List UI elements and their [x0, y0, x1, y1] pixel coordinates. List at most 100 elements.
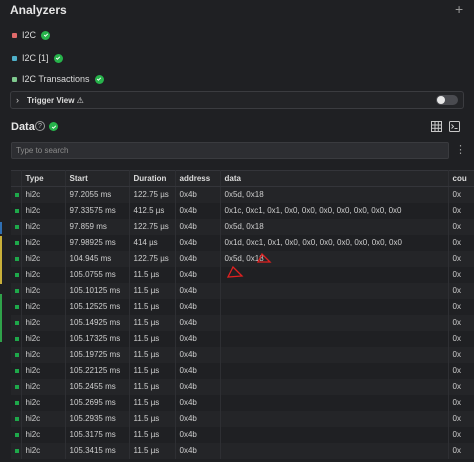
cell-duration: 11.5 µs	[129, 282, 176, 299]
table-row[interactable]: hi2c 105.17325 ms 11.5 µs 0x4b 0x	[11, 330, 474, 347]
analyzers-title: Analyzers	[10, 3, 67, 17]
table-row[interactable]: hi2c 97.2055 ms 122.75 µs 0x4b 0x5d, 0x18 0x	[11, 186, 474, 203]
trigger-view-toggle[interactable]	[436, 95, 458, 105]
cell-data	[220, 426, 449, 443]
table-row[interactable]: hi2c 105.3415 ms 11.5 µs 0x4b 0x	[11, 442, 474, 459]
row-status-icon	[15, 417, 19, 421]
table-view-icon[interactable]	[431, 121, 442, 132]
more-options-icon[interactable]: ⋮	[455, 143, 466, 156]
cell-duration: 11.5 µs	[129, 346, 176, 363]
table-row[interactable]: hi2c 97.33575 ms 412.5 µs 0x4b 0x1c, 0xc1, 0…	[11, 202, 474, 219]
row-marker	[11, 442, 22, 459]
cell-duration: 11.5 µs	[129, 426, 176, 443]
cell-start: 105.2695 ms	[65, 394, 130, 411]
cell-count: 0x	[448, 410, 474, 427]
table-row[interactable]: hi2c 105.12525 ms 11.5 µs 0x4b 0x	[11, 298, 474, 315]
cell-start: 97.98925 ms	[65, 234, 130, 251]
cell-duration: 11.5 µs	[129, 362, 176, 379]
color-swatch-icon	[12, 32, 17, 38]
row-status-icon	[15, 449, 19, 453]
chevron-right-icon[interactable]: ›	[16, 95, 19, 105]
column-header-duration[interactable]: Duration	[129, 170, 176, 187]
cell-address: 0x4b	[175, 218, 221, 235]
table-row[interactable]: hi2c 105.19725 ms 11.5 µs 0x4b 0x	[11, 346, 474, 363]
row-marker	[11, 330, 22, 347]
cell-type: hi2c	[21, 234, 66, 251]
column-header-address[interactable]: address	[175, 170, 221, 187]
row-status-icon	[15, 369, 19, 373]
table-row[interactable]: hi2c 97.859 ms 122.75 µs 0x4b 0x5d, 0x18 0x	[11, 218, 474, 235]
add-analyzer-button[interactable]: +	[455, 1, 463, 17]
cell-count: 0x	[448, 378, 474, 395]
cell-count: 0x	[448, 266, 474, 283]
analyzer-item-i2c-transactions[interactable]: I2C Transactions	[12, 73, 104, 85]
terminal-icon[interactable]	[449, 121, 460, 132]
side-accent-blue	[0, 222, 2, 234]
cell-count: 0x	[448, 282, 474, 299]
cell-data	[220, 330, 449, 347]
table-row[interactable]: hi2c 97.98925 ms 414 µs 0x4b 0x1d, 0xc1, 0x1…	[11, 234, 474, 251]
cell-start: 105.2935 ms	[65, 410, 130, 427]
cell-duration: 11.5 µs	[129, 378, 176, 395]
cell-count: 0x	[448, 314, 474, 331]
table-row[interactable]: hi2c 105.2455 ms 11.5 µs 0x4b 0x	[11, 378, 474, 395]
data-table: Type Start Duration address data cou hi2…	[11, 170, 474, 459]
trigger-view-label-group: Trigger View ⚠	[27, 96, 84, 105]
row-marker	[11, 186, 22, 203]
cell-address: 0x4b	[175, 314, 221, 331]
cell-data	[220, 394, 449, 411]
toggle-knob	[437, 96, 445, 104]
cell-duration: 414 µs	[129, 234, 176, 251]
cell-type: hi2c	[21, 298, 66, 315]
cell-start: 105.3415 ms	[65, 442, 130, 459]
cell-data	[220, 346, 449, 363]
cell-start: 97.859 ms	[65, 218, 130, 235]
cell-address: 0x4b	[175, 362, 221, 379]
table-row[interactable]: hi2c 105.14925 ms 11.5 µs 0x4b 0x	[11, 314, 474, 331]
table-row[interactable]: hi2c 105.2695 ms 11.5 µs 0x4b 0x	[11, 394, 474, 411]
analyzer-label: I2C Transactions	[22, 74, 90, 84]
cell-count: 0x	[448, 394, 474, 411]
row-status-icon	[15, 385, 19, 389]
trigger-view-label: Trigger View	[27, 96, 75, 105]
column-header-start[interactable]: Start	[65, 170, 130, 187]
data-title: Data	[11, 121, 35, 133]
annotation-triangle	[226, 265, 244, 278]
cell-type: hi2c	[21, 426, 66, 443]
cell-count: 0x	[448, 362, 474, 379]
cell-duration: 11.5 µs	[129, 314, 176, 331]
table-row[interactable]: hi2c 105.3175 ms 11.5 µs 0x4b 0x	[11, 426, 474, 443]
trigger-view-bar[interactable]: › Trigger View ⚠	[10, 91, 464, 109]
cell-start: 105.10125 ms	[65, 282, 130, 299]
search-field[interactable]	[11, 142, 449, 159]
analyzer-item-i2c[interactable]: I2C	[12, 29, 51, 41]
column-header-data[interactable]: data	[220, 170, 449, 187]
cell-count: 0x	[448, 234, 474, 251]
help-icon[interactable]: ?	[35, 121, 45, 131]
row-status-icon	[15, 209, 19, 213]
row-status-icon	[15, 353, 19, 357]
search-input[interactable]	[12, 143, 448, 158]
cell-duration: 11.5 µs	[129, 442, 176, 459]
cell-start: 105.17325 ms	[65, 330, 130, 347]
row-status-icon	[15, 321, 19, 325]
table-row[interactable]: hi2c 105.10125 ms 11.5 µs 0x4b 0x	[11, 282, 474, 299]
check-icon	[94, 74, 104, 84]
cell-count: 0x	[448, 250, 474, 267]
row-marker	[11, 282, 22, 299]
column-header-count[interactable]: cou	[448, 170, 474, 187]
cell-data	[220, 362, 449, 379]
cell-duration: 11.5 µs	[129, 298, 176, 315]
column-header-type[interactable]: Type	[21, 170, 66, 187]
analyzer-item-i2c-1[interactable]: I2C [1]	[12, 52, 63, 64]
table-row[interactable]: hi2c 105.2935 ms 11.5 µs 0x4b 0x	[11, 410, 474, 427]
cell-type: hi2c	[21, 250, 66, 267]
table-row[interactable]: hi2c 105.22125 ms 11.5 µs 0x4b 0x	[11, 362, 474, 379]
warning-icon: ⚠	[76, 96, 84, 105]
cell-data: 0x5d, 0x18	[220, 218, 449, 235]
cell-start: 104.945 ms	[65, 250, 130, 267]
cell-type: hi2c	[21, 378, 66, 395]
row-marker	[11, 266, 22, 283]
row-marker	[11, 346, 22, 363]
cell-type: hi2c	[21, 314, 66, 331]
